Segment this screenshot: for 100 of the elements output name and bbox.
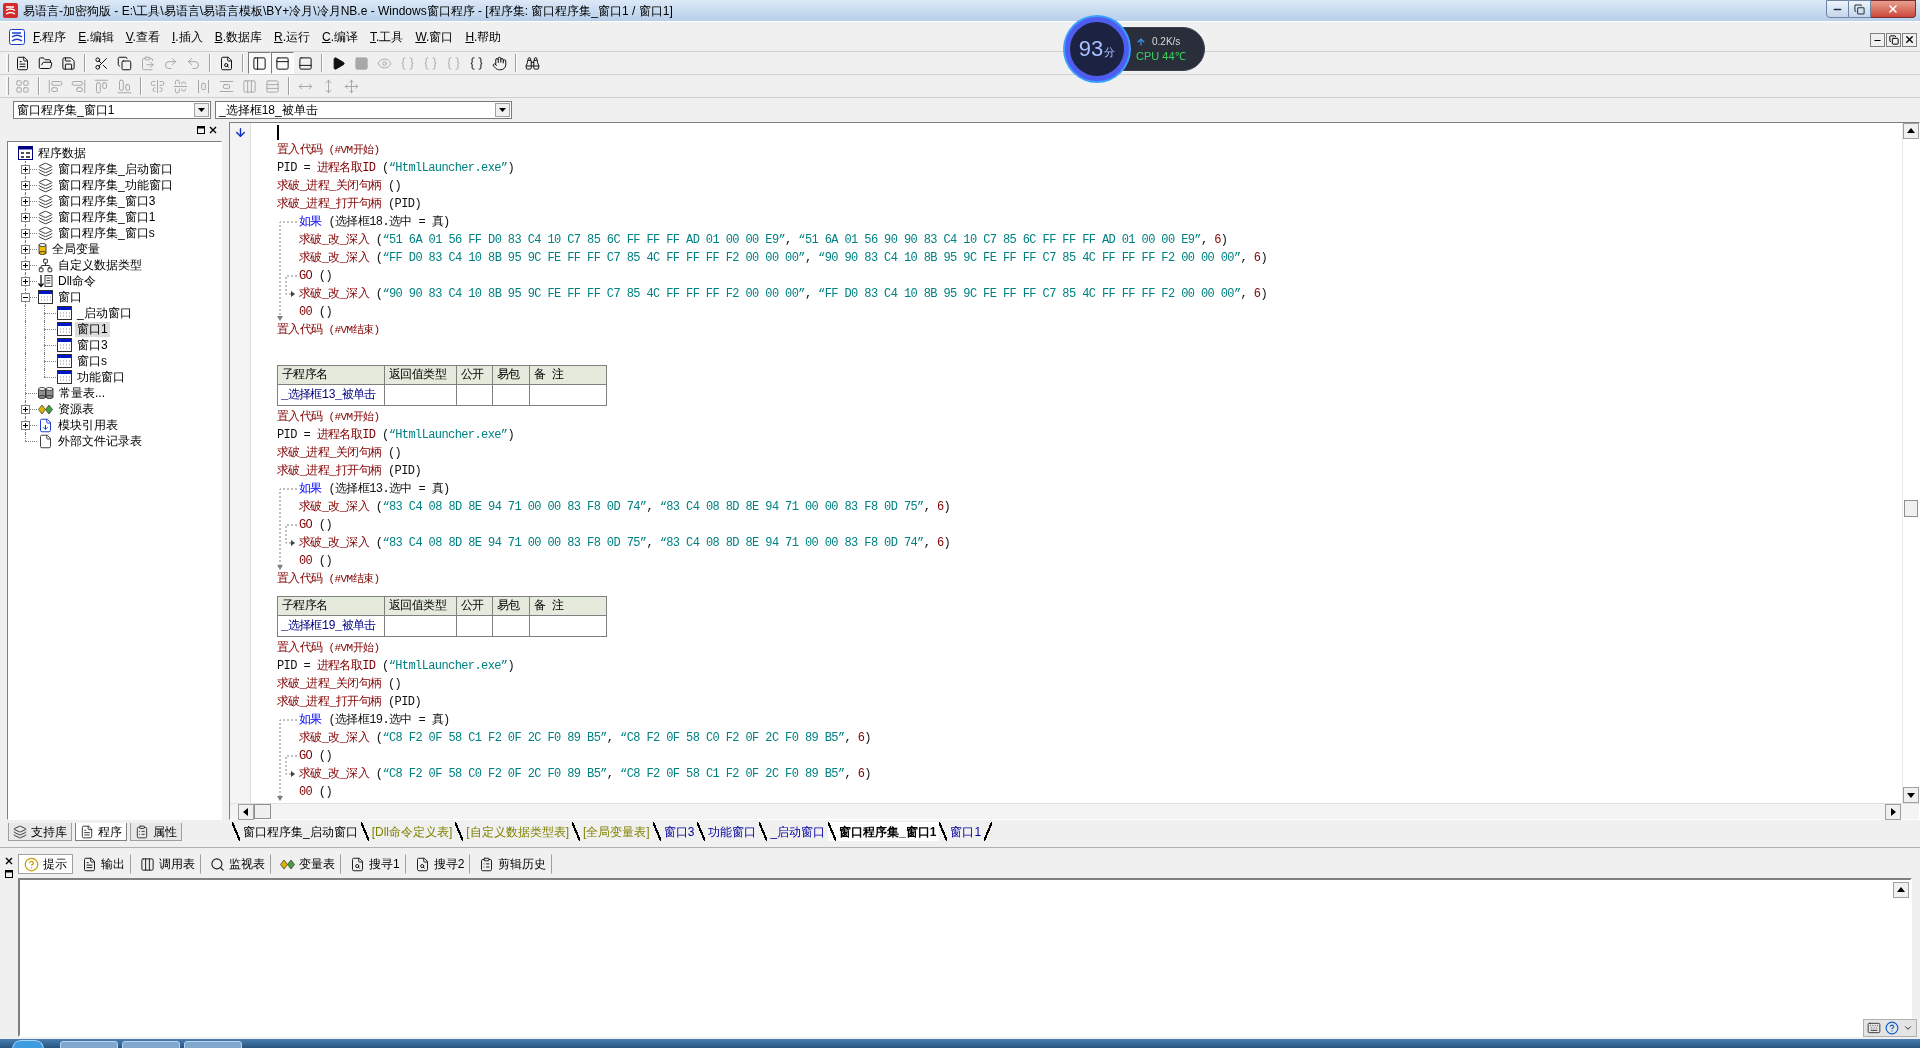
plus-box-icon[interactable] — [21, 421, 30, 430]
tree-item[interactable]: 窗口程序集_启动窗口 — [56, 161, 175, 177]
tree-item[interactable]: 窗口 — [56, 289, 84, 305]
output-tab[interactable]: 输出 — [76, 854, 131, 874]
minimize-button[interactable] — [1870, 32, 1885, 47]
plus-box-icon[interactable] — [21, 213, 30, 222]
copy-icon[interactable] — [117, 55, 132, 71]
menu-item[interactable]: W.窗口 — [410, 26, 459, 47]
side-tab[interactable]: 程序 — [75, 823, 127, 841]
output-tab[interactable]: 变量表 — [274, 854, 341, 874]
restore-button[interactable] — [1849, 0, 1871, 18]
tree-item[interactable]: 窗口程序集_窗口1 — [56, 209, 158, 225]
code-line: 求破_改_深入 (“90 90 83 C4 10 8B 95 9C FE FF FF C7 85 4C FF FF FF F2 00 00 00”, “FF D0 83 C4 10 8B 95 9C FE FF FF C7 85 4C FF FF FF F2 00 00 00”, 6) — [299, 286, 1267, 302]
output-tab[interactable]: 监视表 — [204, 854, 271, 874]
binoculars-icon[interactable] — [525, 55, 540, 71]
output-tab[interactable]: 搜寻1 — [344, 854, 406, 874]
menu-item[interactable]: R.运行 — [269, 26, 315, 47]
procedure-name-cell[interactable]: _选择框19_被单击 — [277, 615, 385, 637]
clipboard-list-icon — [479, 856, 495, 872]
menu-item[interactable]: T.工具 — [365, 26, 409, 47]
side-tab[interactable]: 属性 — [130, 823, 182, 841]
close-icon[interactable] — [208, 125, 218, 135]
procedure-name-cell[interactable]: _选择框13_被单击 — [277, 384, 385, 406]
close-button[interactable] — [1871, 0, 1916, 18]
tree-item[interactable]: 外部文件记录表 — [56, 433, 144, 449]
scroll-thumb[interactable] — [1904, 500, 1918, 517]
minimize-button[interactable] — [1826, 0, 1849, 18]
help-icon — [24, 856, 39, 872]
small-window-icon[interactable] — [4, 869, 14, 879]
panel-top-icon — [275, 55, 290, 71]
scroll-thumb[interactable] — [254, 804, 271, 819]
scroll-left-button[interactable] — [238, 803, 254, 820]
help-icon[interactable] — [1885, 1021, 1899, 1035]
tree-item[interactable]: 窗口s — [75, 353, 109, 369]
braces-icon[interactable] — [469, 55, 484, 71]
scroll-up-button[interactable] — [1903, 123, 1919, 139]
cylinder-icon — [38, 242, 47, 256]
side-tab[interactable]: 支持库 — [8, 823, 72, 841]
play-icon[interactable] — [331, 55, 346, 71]
tree-item[interactable]: _启动窗口 — [75, 305, 134, 321]
plus-box-icon[interactable] — [21, 229, 30, 238]
tree-item[interactable]: 全局变量 — [50, 241, 102, 257]
tree-item[interactable]: 资源表 — [56, 401, 96, 417]
menu-item[interactable]: B.数据库 — [209, 26, 267, 47]
tree-item[interactable]: 功能窗口 — [75, 369, 127, 385]
scissors-icon[interactable] — [94, 55, 109, 71]
hand-icon[interactable] — [492, 55, 507, 71]
small-window-icon[interactable] — [196, 125, 206, 135]
tree-item[interactable]: 窗口程序集_功能窗口 — [56, 177, 175, 193]
plus-box-icon[interactable] — [21, 245, 30, 254]
cpu-temperature: CPU 44℃ — [1136, 49, 1187, 63]
score-gauge[interactable]: 93分 — [1065, 17, 1129, 81]
minus-box-icon[interactable] — [21, 293, 30, 302]
folder-icon[interactable] — [38, 55, 53, 71]
restore-button[interactable] — [1886, 32, 1901, 47]
menu-item[interactable]: V.查看 — [120, 26, 165, 47]
tree-item[interactable]: 常量表... — [57, 385, 107, 401]
plus-box-icon[interactable] — [21, 277, 30, 286]
tree-item[interactable]: 模块引用表 — [56, 417, 120, 433]
menu-item[interactable]: F.程序 — [28, 26, 72, 47]
output-tab[interactable]: 调用表 — [134, 854, 201, 874]
start-button[interactable] — [12, 1040, 44, 1048]
assembly-dropdown[interactable]: 窗口程序集_窗口1 — [13, 100, 211, 119]
document-icon[interactable] — [15, 55, 30, 71]
close-button[interactable] — [1902, 32, 1917, 47]
editor-tab[interactable]: 窗口程序集_窗口1 — [828, 822, 940, 841]
scroll-down-button[interactable] — [1903, 787, 1919, 803]
plus-box-icon[interactable] — [21, 197, 30, 206]
document-search-icon[interactable] — [219, 55, 234, 71]
tree-item[interactable]: 窗口程序集_窗口3 — [56, 193, 158, 209]
editor-tab[interactable]: 窗口1 — [939, 822, 993, 841]
plus-box-icon[interactable] — [21, 261, 30, 270]
tree-item[interactable]: Dll命令 — [56, 273, 98, 289]
code-line: GO () — [299, 268, 332, 284]
tree-item[interactable]: 窗口程序集_窗口s — [56, 225, 157, 241]
close-icon[interactable] — [4, 856, 14, 866]
tree-item[interactable]: 自定义数据类型 — [56, 257, 144, 273]
output-tab[interactable]: 剪辑历史 — [473, 854, 553, 874]
view-toggle-button[interactable] — [248, 52, 271, 74]
output-tab[interactable]: 提示 — [18, 854, 73, 874]
menu-item[interactable]: I.插入 — [166, 26, 208, 47]
scroll-right-button[interactable] — [1885, 803, 1901, 820]
code-line: 求破_进程_打开句柄 (PID) — [277, 196, 421, 212]
menu-item[interactable]: E.编辑 — [73, 26, 119, 47]
window-icon — [57, 354, 72, 368]
menu-item[interactable]: C.编译 — [317, 26, 364, 47]
menu-item[interactable]: H.帮助 — [460, 26, 507, 47]
view-toggle-button[interactable] — [271, 52, 294, 74]
chevron-down-icon[interactable] — [1903, 1023, 1913, 1033]
procedure-dropdown[interactable]: _选择框18_被单击 — [215, 100, 512, 119]
scroll-up-button[interactable] — [1893, 882, 1909, 898]
tree-item[interactable]: 程序数据 — [36, 145, 88, 161]
output-tab[interactable]: 搜寻2 — [408, 854, 471, 874]
code-line: 置入代码 (#VM开始) — [277, 142, 380, 158]
plus-box-icon[interactable] — [21, 165, 30, 174]
tree-item[interactable]: 窗口3 — [75, 337, 110, 353]
keyboard-icon[interactable] — [1867, 1021, 1881, 1035]
plus-box-icon[interactable] — [21, 181, 30, 190]
tree-item[interactable]: 窗口1 — [75, 321, 110, 337]
plus-box-icon[interactable] — [21, 405, 30, 414]
